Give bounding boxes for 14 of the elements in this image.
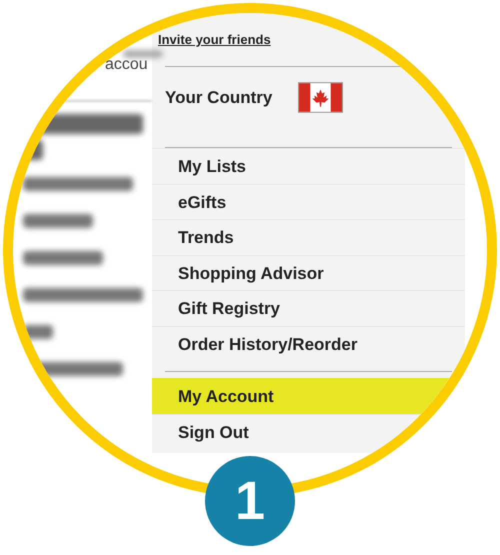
menu-item[interactable]: Sign Out: [152, 414, 465, 449]
step-badge: 1: [205, 456, 295, 546]
menu-item[interactable]: Gift Registry: [152, 290, 465, 326]
menu-item[interactable]: eGifts: [152, 184, 465, 219]
blurred-text: [23, 214, 93, 228]
menu-item[interactable]: Shopping Advisor: [152, 254, 465, 290]
menu-item[interactable]: My Lists: [152, 148, 465, 184]
invite-link[interactable]: Invite your friends: [158, 32, 271, 47]
flag-icon[interactable]: [298, 82, 344, 113]
menu-item[interactable]: Trends: [152, 219, 465, 254]
account-text: accou: [105, 56, 148, 74]
blurred-text: [23, 325, 53, 339]
menu-item[interactable]: Order History/Reorder: [152, 326, 465, 361]
country-label: Your Country: [165, 88, 272, 108]
